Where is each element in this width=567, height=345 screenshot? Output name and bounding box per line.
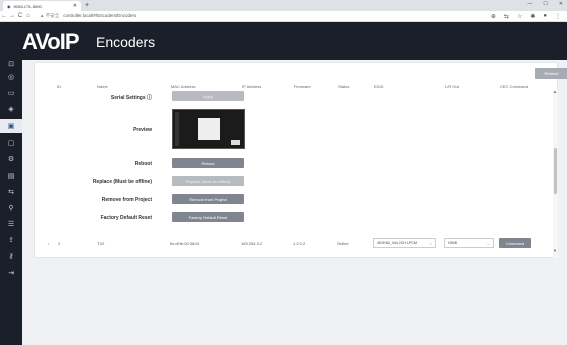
row-id: 2 xyxy=(58,241,61,246)
edid-select-value: 4K2K60_444 2CH LPCM xyxy=(377,241,417,245)
lr-out-select-value: HDMI xyxy=(448,241,458,245)
sidebar-item-logout-icon[interactable]: ⇥ xyxy=(0,266,22,280)
sidebar-item-display-icon[interactable]: ▭ xyxy=(0,86,22,100)
bookmark-icon[interactable]: ☆ xyxy=(517,13,522,20)
row-status: Online xyxy=(337,241,349,246)
preview-window xyxy=(198,118,220,140)
browser-tab-bar: ◉ HDM-CTL-5000 ✕ + — ☐ ✕ xyxy=(0,0,567,11)
page-title: Encoders xyxy=(96,34,156,50)
preview-label: Preview xyxy=(133,127,152,133)
back-icon[interactable]: ← xyxy=(0,13,8,19)
address-bar: ← → C ⌂ ▲ 不安全 controller.local/#/Encoder… xyxy=(0,11,567,22)
row-name: TX2 xyxy=(97,241,105,246)
scroll-down-icon[interactable]: ▼ xyxy=(553,248,557,253)
extension-icon[interactable]: ⊕ xyxy=(491,13,496,20)
tab-close-icon[interactable]: ✕ xyxy=(73,3,77,9)
expand-row-icon[interactable]: › xyxy=(48,241,49,246)
sidebar: ⊡ ◎ ▭ ◈ ▣ ▢ ⚙ ▤ ⇆ ⚲ ☰ ⇪ ⚷ ⇥ xyxy=(0,60,22,345)
chevron-down-icon: ⌵ xyxy=(486,241,490,246)
reboot-label: Reboot xyxy=(134,161,152,167)
minimize-icon[interactable]: — xyxy=(527,1,532,7)
replace-button[interactable]: Replace (Must be offline) xyxy=(172,176,244,186)
scroll-up-icon[interactable]: ▲ xyxy=(553,89,557,94)
serial-settings-label: Serial Settings ⓘ xyxy=(110,95,152,101)
row-ip: 169.254.3.2 xyxy=(241,241,263,246)
column-header-ip: IP Address xyxy=(242,84,262,89)
column-header-status: Status xyxy=(338,84,350,89)
edid-select[interactable]: 4K2K60_444 2CH LPCM ⌵ xyxy=(373,238,436,248)
scrollbar-thumb[interactable] xyxy=(554,148,557,194)
sidebar-item-dashboard-icon[interactable]: ⊡ xyxy=(0,57,22,71)
sidebar-item-device-icon[interactable]: ◈ xyxy=(0,102,22,116)
lr-out-select[interactable]: HDMI ⌵ xyxy=(444,238,494,248)
serial-apply-button[interactable]: Apply xyxy=(172,91,244,101)
sidebar-item-user-icon[interactable]: ⚲ xyxy=(0,201,22,215)
browser-tab[interactable]: ◉ HDM-CTL-5000 ✕ xyxy=(3,1,81,11)
logo: AVoIP xyxy=(22,29,80,54)
new-tab-button[interactable]: + xyxy=(85,1,89,10)
encoders-card: Refresh ID Name MAC Address IP Address F… xyxy=(34,62,567,258)
sidebar-item-encoders-icon[interactable]: ▣ xyxy=(0,119,22,133)
column-header-name: Name xyxy=(97,84,108,89)
not-secure-label: ▲ 不安全 xyxy=(40,13,60,18)
window-controls: — ☐ ✕ xyxy=(527,1,563,7)
cec-command-button[interactable]: Command xyxy=(499,238,531,248)
home-icon[interactable]: ⌂ xyxy=(24,13,32,19)
preview-badge xyxy=(231,140,240,145)
profile-icon[interactable]: ● xyxy=(543,13,547,20)
column-header-mac: MAC Address xyxy=(171,84,196,89)
url-text: controller.local/#/Encoders/Encoders xyxy=(63,13,137,18)
main-content: Refresh ID Name MAC Address IP Address F… xyxy=(22,60,567,345)
sidebar-item-video-wall-icon[interactable]: ▤ xyxy=(0,169,22,183)
sidebar-item-globe-icon[interactable]: ◎ xyxy=(0,70,22,84)
chevron-down-icon: ⌵ xyxy=(428,241,432,246)
column-header-firmware: Firmware xyxy=(294,84,311,89)
column-header-id: ID xyxy=(57,84,61,89)
factory-reset-label: Factory Default Reset xyxy=(100,215,152,221)
sidebar-item-settings-icon[interactable]: ⚙ xyxy=(0,152,22,166)
row-mac: 6c:df:fb:00:38:6f xyxy=(170,241,199,246)
preview-sidebar xyxy=(175,112,179,146)
sidebar-item-routing-icon[interactable]: ⇆ xyxy=(0,185,22,199)
column-header-cec: CEC Command xyxy=(500,84,529,89)
remove-from-project-button[interactable]: Remove from Project xyxy=(172,194,244,204)
video-preview xyxy=(172,109,245,149)
sidebar-item-upload-icon[interactable]: ⇪ xyxy=(0,233,22,247)
sidebar-item-list-icon[interactable]: ☰ xyxy=(0,217,22,231)
factory-reset-button[interactable]: Factory Default Reset xyxy=(172,212,244,222)
extension-icon[interactable]: ⇆ xyxy=(504,13,509,20)
sidebar-item-decoders-icon[interactable]: ▢ xyxy=(0,136,22,150)
url-field[interactable]: ▲ 不安全 controller.local/#/Encoders/Encode… xyxy=(40,13,136,19)
column-header-lr-out: L/R Out xyxy=(445,84,459,89)
reload-icon[interactable]: C xyxy=(16,13,24,19)
close-window-icon[interactable]: ✕ xyxy=(559,1,563,7)
replace-label: Replace (Must be offline) xyxy=(92,179,152,185)
sidebar-item-key-icon[interactable]: ⚷ xyxy=(0,249,22,263)
extension-icons: ⊕ ⇆ ☆ ✱ ● ⋮ xyxy=(491,13,561,20)
remove-label: Remove from Project xyxy=(101,197,152,203)
forward-icon[interactable]: → xyxy=(8,13,16,19)
reboot-button[interactable]: Reboot xyxy=(172,158,244,168)
favicon-icon: ◉ xyxy=(7,3,11,9)
maximize-icon[interactable]: ☐ xyxy=(543,1,547,7)
extensions-icon[interactable]: ✱ xyxy=(530,13,535,20)
row-firmware: 1.2.0.2 xyxy=(293,241,306,246)
tab-title: HDM-CTL-5000 xyxy=(13,3,42,9)
column-header-edid: EDID xyxy=(374,84,384,89)
refresh-button[interactable]: Refresh xyxy=(535,68,567,79)
app-header: AVoIP Encoders xyxy=(0,22,567,60)
menu-icon[interactable]: ⋮ xyxy=(555,13,561,20)
